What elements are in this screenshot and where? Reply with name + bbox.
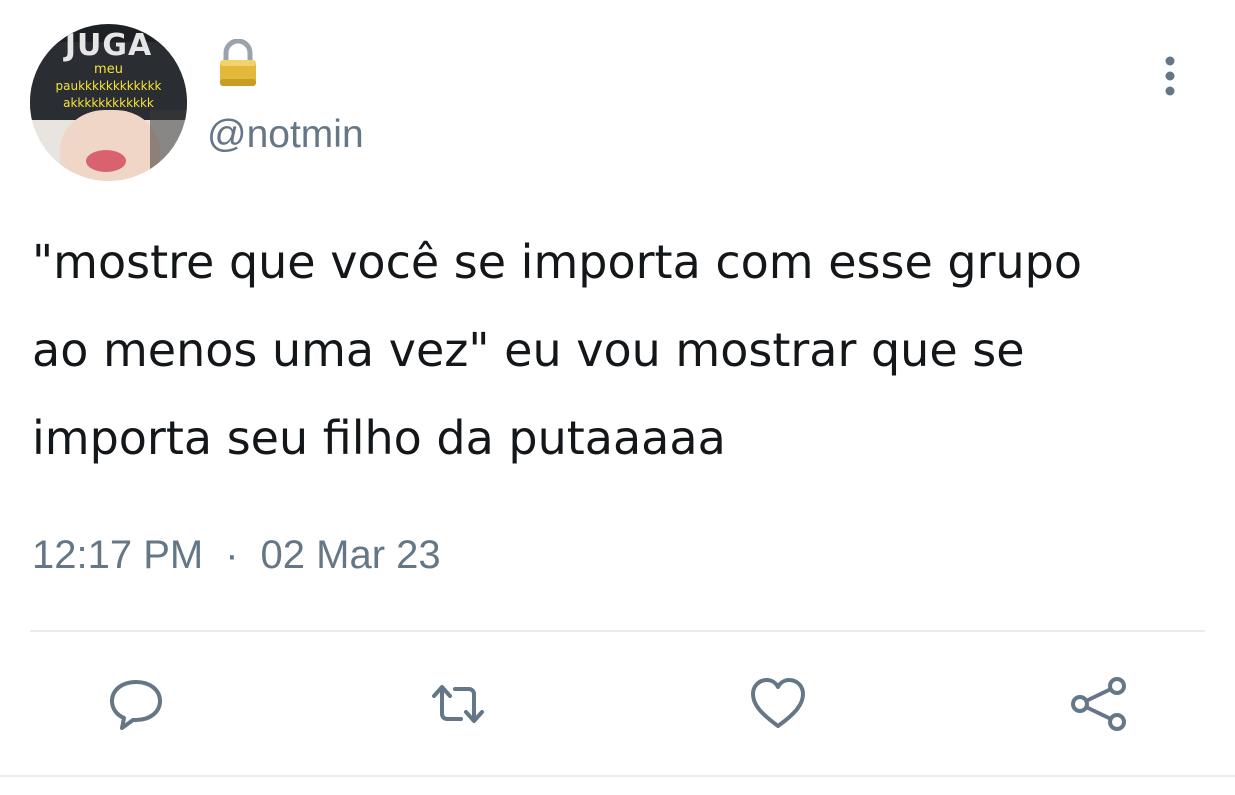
- more-vertical-icon[interactable]: [1155, 54, 1185, 100]
- heart-icon: [751, 678, 805, 728]
- like-button[interactable]: [750, 676, 806, 732]
- tweet-meta: 12:17 PM · 02 Mar 23: [32, 532, 441, 578]
- lock-icon: [217, 38, 259, 87]
- bottom-divider: [0, 775, 1235, 777]
- share-icon: [1071, 677, 1126, 731]
- share-button[interactable]: [1070, 676, 1126, 732]
- avatar-cap-text: JUGA: [64, 28, 153, 63]
- reply-icon: [110, 680, 162, 730]
- tweet-text: "mostre que você se importa com esse gru…: [32, 235, 1083, 465]
- retweet-icon: [432, 685, 484, 723]
- retweet-button[interactable]: [428, 676, 484, 732]
- tweet-time: 12:17 PM: [32, 533, 204, 577]
- meta-separator: ·: [225, 533, 239, 577]
- avatar-label-c: akkkkkkkkkkkk: [63, 96, 154, 110]
- avatar[interactable]: JUGA meu paukkkkkkkkkkkk akkkkkkkkkkkk: [30, 24, 187, 181]
- reply-button[interactable]: [108, 676, 164, 732]
- user-handle[interactable]: @notmin: [207, 112, 364, 158]
- avatar-lips: [86, 150, 126, 172]
- avatar-label-a: meu: [94, 62, 123, 77]
- avatar-label-b: paukkkkkkkkkkkk: [55, 79, 162, 93]
- tweet-date: 02 Mar 23: [260, 533, 441, 577]
- divider: [30, 630, 1205, 632]
- avatar-shadow: [150, 110, 187, 181]
- tweet-card: JUGA meu paukkkkkkkkkkkk akkkkkkkkkkkk @…: [0, 0, 1235, 795]
